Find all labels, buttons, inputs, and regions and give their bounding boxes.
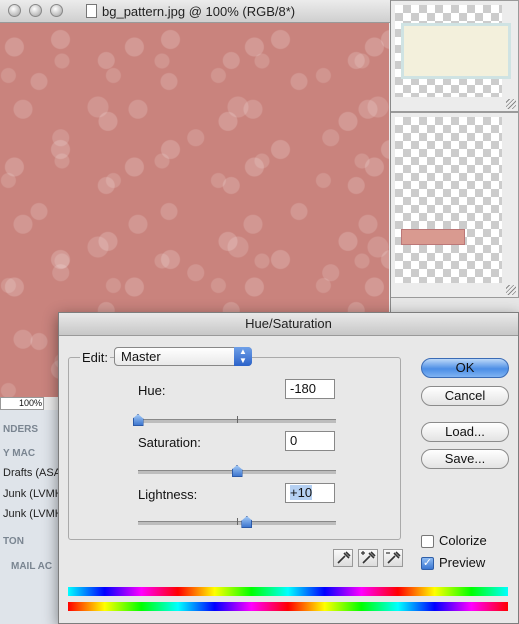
- background-document-window-bottom[interactable]: [390, 112, 519, 298]
- minimize-window-icon[interactable]: [29, 4, 42, 17]
- zoom-window-icon[interactable]: [50, 4, 63, 17]
- cream-frame-artwork: [401, 23, 511, 79]
- sidebar-item-drafts[interactable]: Drafts (ASA: [3, 467, 61, 479]
- resize-grip-icon[interactable]: [506, 99, 516, 109]
- saturation-label: Saturation:: [138, 435, 201, 450]
- ok-button[interactable]: OK: [421, 358, 509, 378]
- saturation-input[interactable]: 0: [285, 431, 335, 451]
- base-color-bar: [68, 602, 508, 611]
- preview-label[interactable]: Preview: [439, 555, 485, 570]
- background-document-window-top[interactable]: [390, 0, 519, 112]
- sidebar-header: Y MAC: [3, 448, 36, 459]
- hue-saturation-dialog: Hue/Saturation Edit: Master ▲ ▼ Hue: -180…: [58, 312, 519, 624]
- cancel-button[interactable]: Cancel: [421, 386, 509, 406]
- document-title: bg_pattern.jpg @ 100% (RGB/8*): [102, 4, 296, 19]
- eyedropper-icon[interactable]: [333, 549, 353, 567]
- transparency-canvas: [395, 117, 502, 283]
- sidebar-header: NDERS: [3, 424, 39, 435]
- zoom-level-field[interactable]: 100%: [0, 397, 44, 410]
- adjustment-group: [68, 357, 401, 540]
- lightness-value: +10: [290, 485, 313, 500]
- preview-checkbox[interactable]: ✓: [421, 557, 434, 570]
- edit-channel-select[interactable]: Master ▲ ▼: [114, 347, 252, 366]
- eyedropper-minus-icon[interactable]: [383, 549, 403, 567]
- save-button[interactable]: Save...: [421, 449, 509, 469]
- dialog-title[interactable]: Hue/Saturation: [59, 313, 518, 336]
- colorize-label[interactable]: Colorize: [439, 533, 487, 548]
- sidebar-item-junk[interactable]: Junk (LVMH: [3, 488, 63, 500]
- hue-label: Hue:: [138, 383, 166, 398]
- document-titlebar[interactable]: bg_pattern.jpg @ 100% (RGB/8*): [0, 0, 390, 23]
- hue-slider[interactable]: [132, 414, 336, 426]
- sidebar-item-junk[interactable]: Junk (LVMH: [3, 508, 63, 520]
- pink-ribbon-artwork: [401, 229, 465, 245]
- hue-input[interactable]: -180: [285, 379, 335, 399]
- sidebar-header: TON: [3, 536, 24, 547]
- eyedropper-plus-icon[interactable]: [358, 549, 378, 567]
- lightness-input[interactable]: +10: [285, 483, 335, 503]
- close-window-icon[interactable]: [8, 4, 21, 17]
- lightness-slider[interactable]: [138, 516, 336, 528]
- adjusted-color-bar: [68, 587, 508, 596]
- saturation-slider[interactable]: [138, 465, 336, 477]
- lightness-label: Lightness:: [138, 487, 198, 502]
- edit-label: Edit:: [80, 350, 111, 365]
- edit-channel-value: Master: [121, 349, 161, 364]
- resize-grip-icon[interactable]: [506, 285, 516, 295]
- slider-center-tick: [237, 416, 238, 423]
- updown-arrows-icon: ▲ ▼: [234, 347, 252, 366]
- colorize-checkbox[interactable]: [421, 535, 434, 548]
- load-button[interactable]: Load...: [421, 422, 509, 442]
- sidebar-header: MAIL AC: [11, 561, 53, 572]
- document-file-icon: [86, 4, 97, 18]
- slider-center-tick: [237, 518, 238, 525]
- mail-sidebar: NDERS Y MAC Drafts (ASA Junk (LVMH Junk …: [0, 410, 63, 624]
- transparency-canvas: [395, 5, 511, 97]
